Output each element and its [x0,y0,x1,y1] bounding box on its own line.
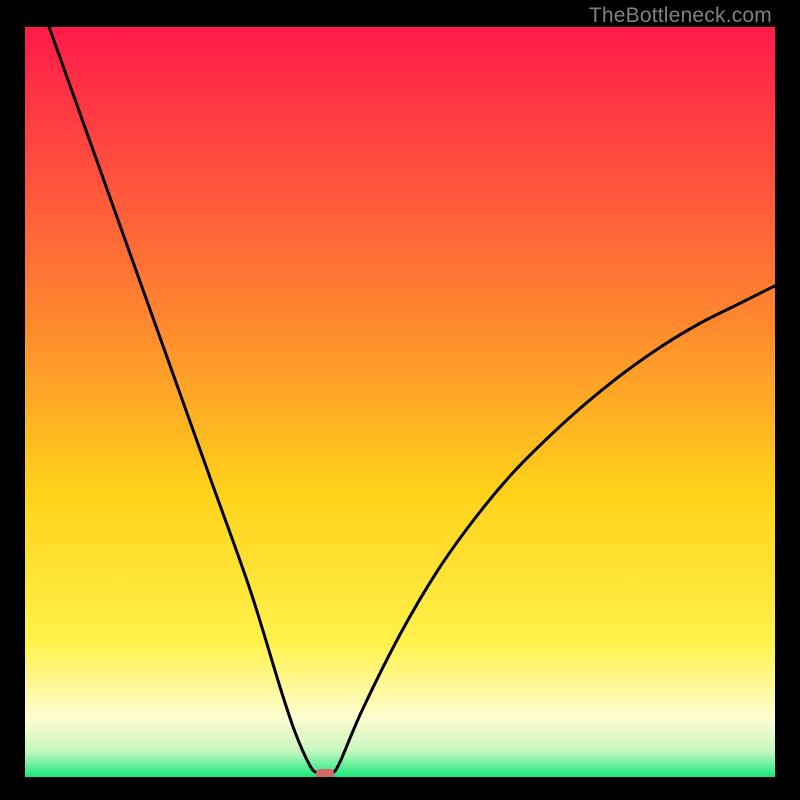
bottleneck-chart [25,27,775,777]
gradient-background [25,27,775,777]
chart-frame [25,27,775,777]
optimum-marker [316,769,334,777]
attribution-text: TheBottleneck.com [589,4,772,28]
